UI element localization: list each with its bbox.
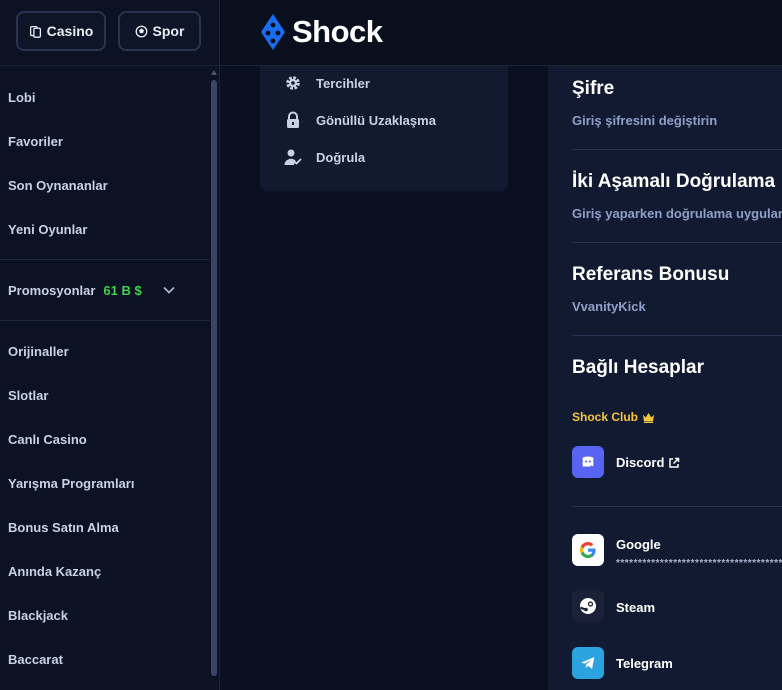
account-settings-panel: Şifre Giriş şifresini değiştirin İki Aşa… — [548, 66, 782, 690]
sidebar-item-son-oynananlar[interactable]: Son Oynananlar — [8, 178, 108, 193]
google-account-name[interactable]: Google — [616, 537, 661, 552]
lock-icon — [287, 111, 299, 128]
steam-account-name[interactable]: Steam — [616, 600, 655, 615]
external-link-icon — [669, 457, 680, 468]
shock-club-label: Shock Club — [572, 410, 655, 424]
spor-button[interactable]: Spor — [118, 11, 201, 51]
section-divider — [572, 242, 782, 243]
scroll-up-arrow[interactable] — [211, 70, 217, 75]
section-divider — [572, 149, 782, 150]
sidebar-item-lobi[interactable]: Lobi — [8, 90, 35, 105]
discord-icon — [572, 446, 604, 478]
sidebar-divider — [0, 320, 210, 321]
brand-logo[interactable]: Shock — [260, 12, 383, 52]
sidebar-scrollbar[interactable] — [210, 70, 218, 682]
spor-label: Spor — [152, 23, 185, 39]
menu-item-label: Gönüllü Uzaklaşma — [316, 112, 436, 128]
sidebar-item-blackjack[interactable]: Blackjack — [8, 608, 68, 623]
promo-label: Promosyonlar — [8, 283, 96, 298]
crown-icon — [643, 412, 655, 423]
gear-icon — [286, 76, 300, 90]
referral-title: Referans Bonusu — [572, 264, 730, 285]
sidebar-header: Casino Spor — [0, 0, 220, 66]
sidebar-item-aninda-kazanc[interactable]: Anında Kazanç — [8, 564, 101, 579]
sidebar-item-promosyonlar[interactable]: Promosyonlar 61 B $ — [8, 283, 142, 298]
cards-icon — [29, 25, 41, 38]
casino-button[interactable]: Casino — [16, 11, 106, 51]
chevron-down-icon[interactable] — [162, 283, 176, 297]
brand-name: Shock — [292, 14, 383, 49]
sidebar: Lobi Favoriler Son Oynananlar Yeni Oyunl… — [0, 66, 220, 690]
google-icon — [572, 534, 604, 566]
menu-item-dogrula[interactable]: Doğrula — [284, 148, 365, 166]
sidebar-item-canli-casino[interactable]: Canlı Casino — [8, 432, 87, 447]
sidebar-divider — [0, 259, 210, 260]
settings-menu: Tercihler Gönüllü Uzaklaşma Doğrula — [260, 66, 508, 191]
user-check-icon — [284, 149, 302, 165]
menu-item-label: Tercihler — [316, 75, 370, 91]
password-title: Şifre — [572, 78, 615, 99]
linked-accounts-title: Bağlı Hesaplar — [572, 357, 704, 378]
password-subtitle[interactable]: Giriş şifresini değiştirin — [572, 113, 717, 128]
steam-icon — [572, 590, 604, 622]
telegram-account-name[interactable]: Telegram — [616, 656, 673, 671]
section-divider — [572, 335, 782, 336]
two-factor-subtitle[interactable]: Giriş yaparken doğrulama uygulaması kull… — [572, 206, 782, 221]
sidebar-item-slotlar[interactable]: Slotlar — [8, 388, 48, 403]
ball-icon — [135, 25, 147, 37]
menu-item-tercihler[interactable]: Tercihler — [284, 74, 370, 92]
sidebar-item-baccarat[interactable]: Baccarat — [8, 652, 63, 667]
sidebar-item-bonus-satin-alma[interactable]: Bonus Satın Alma — [8, 520, 119, 535]
sidebar-item-favoriler[interactable]: Favoriler — [8, 134, 63, 149]
sidebar-item-orijinaller[interactable]: Orijinaller — [8, 344, 69, 359]
two-factor-title: İki Aşamalı Doğrulama — [572, 171, 776, 192]
google-masked-email: ************************************** — [616, 558, 782, 569]
main-header: Shock — [220, 0, 782, 66]
menu-item-gonullu-uzaklasma[interactable]: Gönüllü Uzaklaşma — [284, 111, 436, 129]
menu-item-label: Doğrula — [316, 149, 366, 165]
sidebar-item-yarisma-programlari[interactable]: Yarışma Programları — [8, 476, 134, 491]
dice-logo-icon — [261, 14, 285, 50]
section-divider — [572, 506, 782, 507]
sidebar-item-yeni-oyunlar[interactable]: Yeni Oyunlar — [8, 222, 87, 237]
casino-label: Casino — [46, 23, 94, 39]
scroll-thumb[interactable] — [211, 80, 217, 676]
telegram-icon — [572, 647, 604, 679]
promo-amount: 61 B $ — [103, 283, 142, 298]
discord-link[interactable]: Discord — [616, 455, 680, 470]
referral-code[interactable]: VvanityKick — [572, 299, 646, 314]
